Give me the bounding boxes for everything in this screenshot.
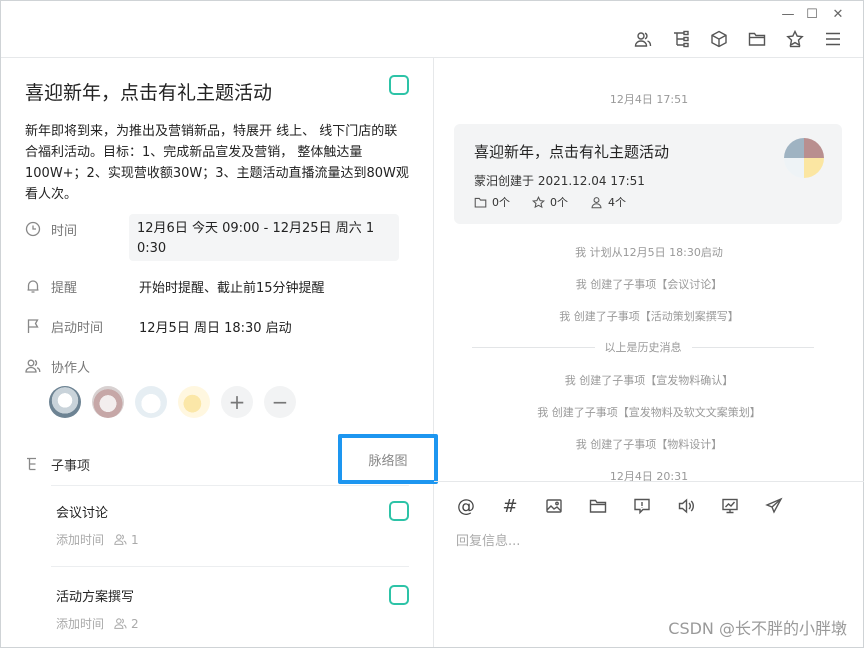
task-title: 喜迎新年，点击有礼主题活动 bbox=[25, 82, 273, 104]
start-time-label: 启动时间 bbox=[51, 321, 104, 336]
avatar bbox=[804, 138, 824, 158]
task-complete-checkbox[interactable] bbox=[389, 75, 409, 95]
input-toolbar: @ # bbox=[454, 495, 786, 517]
reminder-value[interactable]: 开始时提醒、截止前15分钟提醒 bbox=[139, 277, 325, 296]
maximize-button[interactable]: ☐ bbox=[803, 7, 821, 22]
reminder-label: 提醒 bbox=[51, 281, 78, 296]
subitem-member-count: 1 bbox=[131, 532, 139, 547]
avatar[interactable] bbox=[92, 386, 124, 418]
avatar bbox=[784, 138, 804, 158]
collaborators-icon bbox=[25, 358, 41, 374]
card-avatar-group bbox=[784, 138, 824, 178]
star-icon bbox=[532, 195, 545, 208]
avatar[interactable] bbox=[49, 386, 81, 418]
person-icon bbox=[591, 196, 602, 208]
image-icon[interactable] bbox=[542, 495, 566, 517]
avatar[interactable] bbox=[135, 386, 167, 418]
input-divider bbox=[434, 481, 864, 482]
folder-icon[interactable] bbox=[747, 28, 767, 50]
avatar bbox=[804, 158, 824, 178]
send-icon[interactable] bbox=[762, 495, 786, 517]
task-description: 新年即将到来，为推出及营销新品，特展开 线上、 线下门店的联合福利活动。目标：1… bbox=[25, 124, 409, 202]
activity-log-item: 我 创建了子事项【物料设计】 bbox=[575, 438, 723, 451]
flag-icon bbox=[25, 318, 41, 334]
time-value-line2: 0:30 bbox=[137, 241, 167, 256]
collaborator-list: + − bbox=[49, 386, 296, 418]
subitem-checkbox[interactable] bbox=[389, 585, 409, 605]
activity-log-item: 我 计划从12月5日 18:30启动 bbox=[575, 246, 723, 259]
time-label: 时间 bbox=[51, 224, 78, 239]
divider bbox=[51, 485, 409, 486]
bell-icon bbox=[25, 278, 41, 294]
menu-icon[interactable] bbox=[823, 28, 843, 50]
card-creator: 蒙汨创建于 2021.12.04 17:51 bbox=[474, 174, 645, 188]
subitem-meta: 添加时间 2 bbox=[56, 615, 139, 632]
card-stats: 0个 0个 4个 bbox=[474, 194, 626, 210]
remove-collaborator-button[interactable]: − bbox=[264, 386, 296, 418]
activity-log-item: 我 创建了子事项【活动策划案撰写】 bbox=[559, 310, 739, 323]
subitems-label: 子事项 bbox=[51, 459, 91, 474]
folder-icon bbox=[474, 197, 487, 207]
subitem-name[interactable]: 会议讨论 bbox=[56, 502, 108, 521]
mindmap-button[interactable]: 脉络图 bbox=[338, 434, 438, 484]
at-icon[interactable]: @ bbox=[454, 495, 478, 517]
divider bbox=[51, 566, 409, 567]
subitem-member-count: 2 bbox=[131, 616, 139, 631]
audio-icon[interactable] bbox=[674, 495, 698, 517]
top-toolbar bbox=[633, 28, 843, 50]
card-files-count: 0个 bbox=[492, 196, 510, 209]
subitem-time-label: 添加时间 bbox=[56, 617, 105, 631]
history-label: 以上是历史消息 bbox=[604, 341, 682, 354]
reply-input[interactable]: 回复信息... bbox=[456, 530, 520, 549]
time-value-line1: 12月6日 今天 09:00 - 12月25日 周六 1 bbox=[137, 221, 375, 236]
task-detail-pane: 喜迎新年，点击有礼主题活动 新年即将到来，为推出及营销新品，特展开 线上、 线下… bbox=[1, 58, 438, 648]
subitem-name[interactable]: 活动方案撰写 bbox=[56, 586, 134, 605]
users-icon bbox=[114, 618, 127, 629]
card-stars-count: 0个 bbox=[550, 196, 568, 209]
timestamp: 12月4日 17:51 bbox=[609, 93, 689, 106]
activity-log-item: 我 创建了子事项【宣发物料确认】 bbox=[564, 374, 734, 387]
card-members-count: 4个 bbox=[608, 196, 626, 209]
minimize-button[interactable]: — bbox=[779, 7, 797, 22]
start-time-value[interactable]: 12月5日 周日 18:30 启动 bbox=[139, 317, 292, 336]
app-window: — ☐ ✕ 喜迎新年，点击有礼主题活动 新年即将到来，为推出及营销新品，特展开 … bbox=[0, 0, 864, 648]
task-card[interactable]: 喜迎新年，点击有礼主题活动 蒙汨创建于 2021.12.04 17:51 0个 … bbox=[454, 124, 842, 224]
add-collaborator-button[interactable]: + bbox=[221, 386, 253, 418]
subitem-time-label: 添加时间 bbox=[56, 533, 105, 547]
users-icon[interactable] bbox=[633, 28, 653, 50]
tree-icon[interactable] bbox=[671, 28, 691, 50]
watermark: CSDN @长不胖的小胖墩 bbox=[668, 619, 847, 638]
star-icon[interactable] bbox=[785, 28, 805, 50]
users-icon bbox=[114, 534, 127, 545]
comment-icon[interactable] bbox=[630, 495, 654, 517]
close-button[interactable]: ✕ bbox=[829, 7, 847, 22]
avatar bbox=[784, 158, 804, 178]
cube-icon[interactable] bbox=[709, 28, 729, 50]
clock-icon bbox=[25, 221, 41, 237]
avatar[interactable] bbox=[178, 386, 210, 418]
activity-log-item: 我 创建了子事项【宣发物料及软文文案策划】 bbox=[537, 406, 761, 419]
collaborators-label: 协作人 bbox=[51, 361, 91, 376]
activity-pane: 12月4日 17:51 喜迎新年，点击有礼主题活动 蒙汨创建于 2021.12.… bbox=[434, 58, 864, 648]
activity-log-item: 我 创建了子事项【会议讨论】 bbox=[575, 278, 723, 291]
subitems-icon bbox=[25, 456, 41, 472]
subitem-meta: 添加时间 1 bbox=[56, 531, 139, 548]
chart-icon[interactable] bbox=[718, 495, 742, 517]
time-field[interactable]: 12月6日 今天 09:00 - 12月25日 周六 1 0:30 bbox=[129, 214, 399, 261]
card-title: 喜迎新年，点击有礼主题活动 bbox=[474, 143, 670, 161]
hash-icon[interactable]: # bbox=[498, 495, 522, 517]
subitem-checkbox[interactable] bbox=[389, 501, 409, 521]
history-divider: 以上是历史消息 bbox=[472, 339, 814, 355]
folder-icon[interactable] bbox=[586, 495, 610, 517]
